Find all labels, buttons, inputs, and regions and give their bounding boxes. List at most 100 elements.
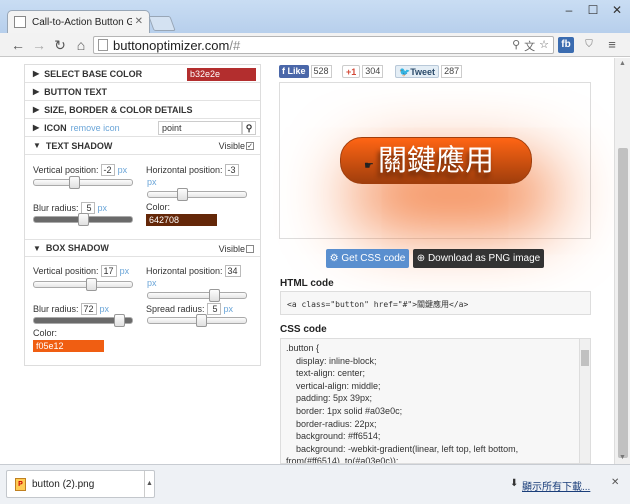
slider-handle[interactable] <box>86 278 97 291</box>
caret-right-icon: ▶ <box>33 69 40 78</box>
close-download-bar-icon[interactable]: ✕ <box>611 477 619 488</box>
download-png-button[interactable]: ⊕ Download as PNG image <box>413 249 544 268</box>
star-icon[interactable]: ☆ <box>539 38 549 54</box>
gplus-widget[interactable]: +1 304 <box>342 64 384 78</box>
section-text-shadow[interactable]: ▼ TEXT SHADOW Visible ✓ <box>25 137 260 155</box>
section-icon[interactable]: ▶ ICON remove icon point ⚲ <box>25 119 260 137</box>
window-controls: ‒ ☐ ✕ <box>562 3 624 17</box>
slider-handle[interactable] <box>196 314 207 327</box>
section-label: TEXT SHADOW <box>45 140 113 151</box>
ts-horizontal-label: Horizontal position: -3 <box>146 164 239 176</box>
page-scrollbar[interactable]: ▲ ▼ <box>614 58 630 464</box>
section-label: ICON <box>44 122 67 133</box>
css-code-line: text-align: center; <box>286 368 366 379</box>
translate-icon[interactable]: 文 <box>524 38 535 54</box>
new-tab-button[interactable] <box>148 16 176 31</box>
close-tab-icon[interactable]: ✕ <box>135 16 143 27</box>
home-icon[interactable]: ⌂ <box>72 36 90 54</box>
shield-extension-icon[interactable]: ⛉ <box>581 37 597 53</box>
css-code-box[interactable]: .button { display: inline-block; text-al… <box>280 338 591 464</box>
minimize-button[interactable]: ‒ <box>562 3 576 17</box>
favicon-icon <box>14 16 26 28</box>
css-code-text: .button { display: inline-block; text-al… <box>286 342 581 463</box>
css-code-line: border-radius: 22px; <box>286 418 377 429</box>
show-all-downloads-link[interactable]: 顯示所有下載... <box>522 478 590 493</box>
tab-title: Call-to-Action Button Ge <box>32 16 132 28</box>
bs-color-swatch[interactable]: f05e12 <box>33 340 104 352</box>
download-menu-icon[interactable]: ▲ <box>144 471 154 497</box>
bs-blur-label: Blur radius: 72 px <box>33 303 110 315</box>
bs-spread-input[interactable]: 5 <box>206 303 221 315</box>
gplus-button[interactable]: +1 <box>342 64 361 78</box>
remove-icon-link[interactable]: remove icon <box>71 123 120 133</box>
bs-vertical-slider[interactable] <box>33 278 133 291</box>
url-path: /# <box>229 37 241 53</box>
ts-blur-label: Blur radius: 5 px <box>33 202 108 214</box>
ts-blur-slider[interactable] <box>33 213 133 226</box>
slider-handle[interactable] <box>209 289 220 302</box>
tweet-widget[interactable]: 🐦Tweet 287 <box>395 64 463 78</box>
search-icon[interactable]: ⚲ <box>242 121 256 135</box>
browser-tab[interactable]: Call-to-Action Button Ge ✕ <box>7 10 150 33</box>
bs-horizontal-slider[interactable] <box>147 289 247 302</box>
bs-blur-input[interactable]: 72 <box>80 303 97 315</box>
ts-color-swatch[interactable]: 642708 <box>146 214 217 226</box>
code-scrollbar[interactable] <box>579 339 590 463</box>
ts-vertical-input[interactable]: -2 <box>100 164 115 176</box>
slider-handle[interactable] <box>177 188 188 201</box>
tweet-button[interactable]: 🐦Tweet <box>395 64 440 78</box>
address-bar[interactable]: buttonoptimizer.com /# ⚲ 文 ☆ <box>93 36 554 54</box>
caret-down-icon: ▼ <box>33 141 41 150</box>
forward-icon[interactable]: → <box>30 36 48 54</box>
browser-toolbar: ← → ↻ ⌂ buttonoptimizer.com /# ⚲ 文 ☆ fb … <box>0 33 630 57</box>
base-color-swatch[interactable]: b32e2e <box>187 68 256 81</box>
section-size-border[interactable]: ▶ SIZE, BORDER & COLOR DETAILS <box>25 101 260 119</box>
download-file-name: button (2).png <box>32 478 95 490</box>
css-code-line: padding: 5px 39px; <box>286 393 373 404</box>
html-code-box[interactable]: <a class="button" href="#">關鍵應用</a> <box>280 291 591 315</box>
section-base-color[interactable]: ▶ SELECT BASE COLOR b32e2e <box>25 65 260 83</box>
scroll-thumb[interactable] <box>618 148 628 458</box>
checkbox-checked[interactable]: ✓ <box>246 142 254 150</box>
browser-titlebar: Call-to-Action Button Ge ✕ ‒ ☐ ✕ <box>0 0 630 33</box>
bs-horizontal-input[interactable]: 34 <box>224 265 241 277</box>
section-box-shadow[interactable]: ▼ BOX SHADOW Visible <box>25 239 260 257</box>
maximize-button[interactable]: ☐ <box>586 3 600 17</box>
scroll-thumb[interactable] <box>581 350 589 366</box>
png-file-icon: P <box>15 477 26 491</box>
back-icon[interactable]: ← <box>9 36 27 54</box>
section-button-text[interactable]: ▶ BUTTON TEXT <box>25 83 260 101</box>
download-bar: P button (2).png ▲ ⬇ 顯示所有下載... ✕ <box>0 464 630 504</box>
slider-handle[interactable] <box>78 213 89 226</box>
bs-blur-slider[interactable] <box>33 314 133 327</box>
slider-handle[interactable] <box>114 314 125 327</box>
facebook-like-button[interactable]: f Like <box>279 64 309 78</box>
icon-search-input[interactable]: point <box>158 121 242 135</box>
zoom-icon[interactable]: ⚲ <box>512 38 520 54</box>
scroll-up-icon[interactable]: ▲ <box>619 60 626 67</box>
slider-handle[interactable] <box>69 176 80 189</box>
download-arrow-icon: ⬇ <box>510 478 519 489</box>
section-label: BOX SHADOW <box>45 243 109 253</box>
bs-vertical-input[interactable]: 17 <box>100 265 117 277</box>
facebook-extension-icon[interactable]: fb <box>558 37 574 53</box>
get-css-button[interactable]: ⚙ Get CSS code <box>326 249 409 268</box>
ts-color-label: Color: <box>146 202 171 212</box>
text-shadow-visible-toggle[interactable]: Visible ✓ <box>219 141 254 151</box>
download-item[interactable]: P button (2).png ▲ <box>6 470 155 498</box>
ts-vertical-slider[interactable] <box>33 176 133 189</box>
checkbox-unchecked[interactable] <box>246 245 254 253</box>
caret-right-icon: ▶ <box>33 123 40 132</box>
bs-color-label: Color: <box>33 328 58 338</box>
box-shadow-visible-toggle[interactable]: Visible <box>219 244 254 254</box>
ts-horizontal-slider[interactable] <box>147 188 247 201</box>
scroll-down-icon[interactable]: ▼ <box>619 454 626 461</box>
point-icon: ☛ <box>364 160 374 172</box>
caret-right-icon: ▶ <box>33 105 40 114</box>
menu-icon[interactable]: ≡ <box>604 37 620 53</box>
ts-horizontal-input[interactable]: -3 <box>224 164 239 176</box>
facebook-like-widget[interactable]: f Like 528 <box>279 64 332 78</box>
bs-spread-slider[interactable] <box>147 314 247 327</box>
close-window-button[interactable]: ✕ <box>610 3 624 17</box>
reload-icon[interactable]: ↻ <box>51 36 69 54</box>
